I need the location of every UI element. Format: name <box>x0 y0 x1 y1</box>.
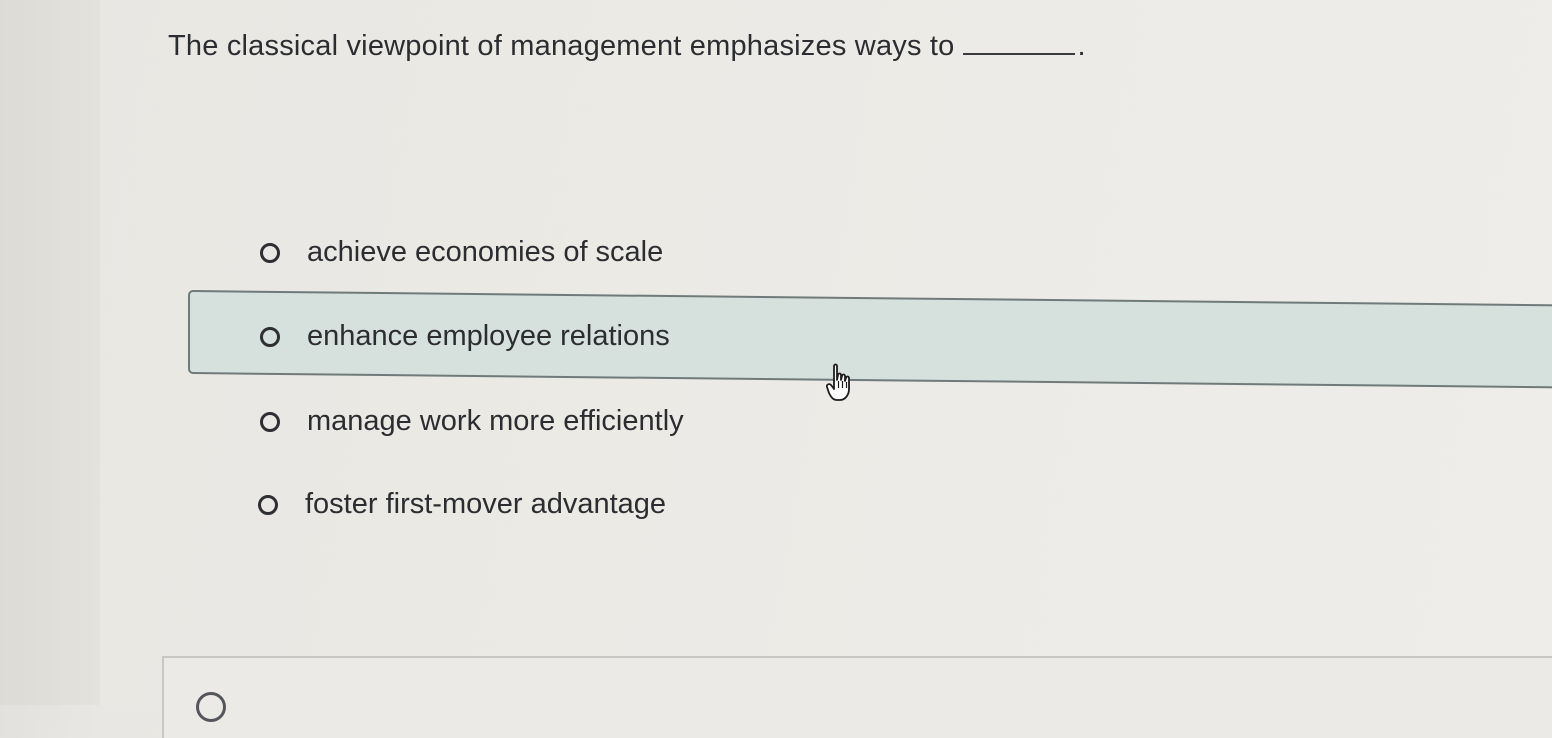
radio-unchecked-icon[interactable] <box>258 494 278 515</box>
radio-unchecked-icon[interactable] <box>260 411 280 432</box>
next-section-panel <box>162 656 1552 738</box>
answer-option-employee-relations[interactable]: enhance employee relations <box>260 320 670 353</box>
answer-option-manage-efficiently[interactable]: manage work more efficiently <box>260 405 684 438</box>
answer-blank <box>962 52 1075 55</box>
answer-option-first-mover[interactable]: foster first-mover advantage <box>258 488 666 521</box>
radio-unchecked-icon[interactable] <box>260 242 280 263</box>
question-text: The classical viewpoint of management em… <box>168 30 955 62</box>
answer-option-label: manage work more efficiently <box>307 405 684 437</box>
answer-option-label: achieve economies of scale <box>307 236 664 268</box>
answer-option-economies-of-scale[interactable]: achieve economies of scale <box>260 236 663 269</box>
page-margin-shadow <box>0 0 100 705</box>
radio-unchecked-icon[interactable] <box>260 326 280 347</box>
hand-pointer-icon <box>826 363 850 401</box>
question-period: . <box>1077 30 1086 62</box>
question-prompt: The classical viewpoint of management em… <box>168 30 1086 63</box>
answer-option-label: foster first-mover advantage <box>305 488 667 520</box>
answer-option-label: enhance employee relations <box>307 320 670 352</box>
circle-icon <box>196 692 226 722</box>
